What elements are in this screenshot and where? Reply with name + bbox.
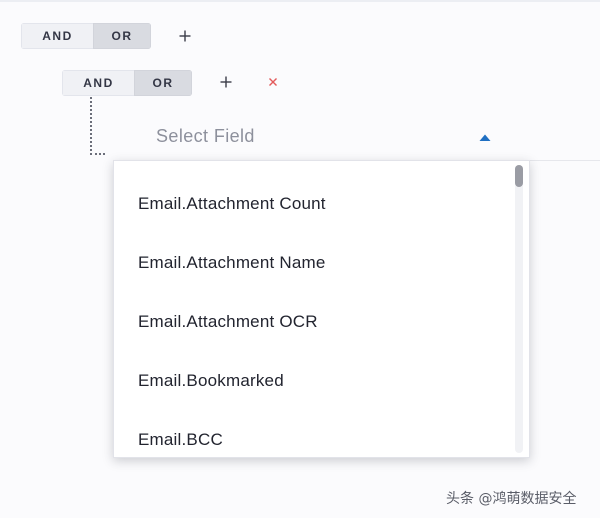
field-underline	[530, 160, 600, 161]
nested-remove-group-button[interactable]	[264, 73, 282, 91]
scrollbar-thumb[interactable]	[515, 165, 523, 187]
root-add-rule-button[interactable]	[176, 27, 194, 45]
close-icon	[269, 78, 277, 86]
option-email-bcc[interactable]: Email.BCC	[138, 430, 223, 450]
top-border	[0, 0, 600, 2]
tree-connector	[90, 97, 105, 155]
nested-add-rule-button[interactable]	[217, 73, 235, 91]
option-email-attachment-ocr[interactable]: Email.Attachment OCR	[138, 312, 318, 332]
select-field-dropdown[interactable]: Select Field	[150, 118, 600, 158]
root-and-or-toggle[interactable]: AND OR	[21, 23, 151, 49]
nested-and-or-toggle[interactable]: AND OR	[62, 70, 192, 96]
select-field-placeholder: Select Field	[156, 126, 255, 146]
nested-and-button[interactable]: AND	[62, 70, 134, 96]
option-email-attachment-count[interactable]: Email.Attachment Count	[138, 194, 326, 214]
scrollbar-track[interactable]	[515, 165, 523, 453]
caret-up-icon	[478, 129, 492, 147]
watermark-text: 头条 @鸿萌数据安全	[446, 491, 577, 507]
option-email-attachment-name[interactable]: Email.Attachment Name	[138, 253, 326, 273]
field-options-list: Email.Attachment Count Email.Attachment …	[113, 160, 530, 458]
option-email-bookmarked[interactable]: Email.Bookmarked	[138, 371, 284, 391]
nested-or-button[interactable]: OR	[134, 70, 192, 96]
root-or-button[interactable]: OR	[93, 23, 151, 49]
root-and-button[interactable]: AND	[21, 23, 93, 49]
plus-icon	[220, 76, 232, 88]
plus-icon	[179, 30, 191, 42]
